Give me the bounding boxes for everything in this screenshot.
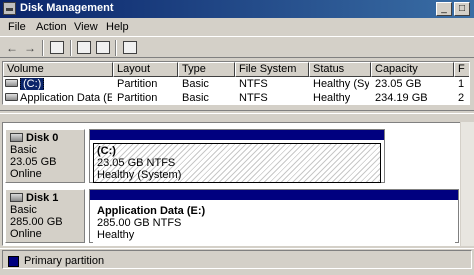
menu-help[interactable]: Help — [106, 21, 129, 33]
toolbar: ← → — [0, 36, 474, 58]
column-volume[interactable]: Volume — [3, 62, 113, 77]
partition-block[interactable]: (C:) 23.05 GB NTFS Healthy (System) — [89, 129, 385, 183]
show-hide-tree-icon[interactable] — [50, 41, 64, 54]
volume-free-space: 2 — [458, 92, 465, 104]
disk-row[interactable]: Disk 0 Basic 23.05 GB Online (C:) 23.05 … — [3, 129, 469, 185]
volume-layout: Partition — [117, 78, 158, 90]
forward-arrow-icon[interactable]: → — [22, 40, 38, 56]
partition-block[interactable]: Application Data (E:) 285.00 GB NTFS Hea… — [89, 189, 459, 243]
volume-icon — [5, 79, 18, 87]
disk-size: 23.05 GB — [10, 156, 57, 168]
partition-status: Healthy (System) — [97, 169, 182, 181]
disk-icon — [10, 193, 23, 202]
volume-type: Basic — [182, 78, 209, 90]
partition-details: Application Data (E:) 285.00 GB NTFS Hea… — [93, 203, 455, 243]
disk-name: Disk 0 — [26, 132, 59, 144]
volume-list-header: Volume Layout Type File System Status Ca… — [3, 62, 469, 77]
menu-bar: File Action View Help — [0, 18, 474, 36]
disk-state: Online — [10, 168, 42, 180]
disk-type: Basic — [10, 144, 37, 156]
column-capacity[interactable]: Capacity — [371, 62, 454, 77]
partition-size: 23.05 GB NTFS — [97, 157, 176, 169]
disk-name-wrap: Disk 0 — [10, 132, 84, 144]
pane-splitter[interactable] — [0, 106, 474, 122]
column-layout[interactable]: Layout — [113, 62, 178, 77]
legend-frame: Primary partition — [2, 250, 472, 269]
legend-label: Primary partition — [24, 255, 105, 267]
volume-type: Basic — [182, 92, 209, 104]
column-file-system[interactable]: File System — [235, 62, 309, 77]
primary-partition-bar — [90, 130, 384, 140]
partition-size: 285.00 GB NTFS — [97, 217, 182, 229]
toolbar-separator — [42, 40, 44, 56]
toolbar-separator — [115, 40, 117, 56]
column-status[interactable]: Status — [309, 62, 371, 77]
partition-name: (C:) — [97, 145, 116, 157]
disk-row[interactable]: Disk 1 Basic 285.00 GB Online Applicatio… — [3, 189, 469, 245]
volume-file-system: NTFS — [239, 78, 268, 90]
disk-type: Basic — [10, 204, 37, 216]
partition-status: Healthy — [97, 229, 135, 241]
volume-icon — [5, 93, 18, 101]
menu-file[interactable]: File — [8, 21, 26, 33]
disk-label[interactable]: Disk 0 Basic 23.05 GB Online — [5, 129, 85, 183]
maximize-button[interactable]: □ — [454, 2, 470, 16]
volume-row[interactable]: Application Data (E:) Partition Basic NT… — [3, 91, 469, 104]
volume-status: Healthy — [313, 92, 351, 104]
disk-state: Online — [10, 228, 42, 240]
column-type[interactable]: Type — [178, 62, 235, 77]
vertical-scrollbar[interactable] — [460, 122, 474, 246]
column-free-space[interactable]: F — [454, 62, 469, 77]
volume-name: Application Data (E:) — [20, 92, 112, 104]
title-bar: Disk Management _ □ — [0, 0, 474, 18]
volume-status: Healthy (Sy... — [313, 78, 369, 90]
volume-capacity: 234.19 GB — [375, 92, 428, 104]
back-arrow-icon[interactable]: ← — [4, 40, 20, 56]
volume-list[interactable]: Volume Layout Type File System Status Ca… — [2, 61, 470, 105]
volume-free-space: 1 — [458, 78, 465, 90]
disk-management-icon — [3, 2, 16, 15]
volume-name: (C:) — [20, 78, 45, 90]
volume-layout: Partition — [117, 92, 158, 104]
disk-name: Disk 1 — [26, 192, 59, 204]
minimize-button[interactable]: _ — [436, 2, 452, 16]
help-icon[interactable] — [96, 41, 110, 54]
toolbar-separator — [70, 40, 72, 56]
refresh-icon[interactable] — [123, 41, 137, 54]
disk-icon — [10, 133, 23, 142]
menu-action[interactable]: Action — [36, 21, 67, 33]
properties-icon[interactable] — [77, 41, 91, 54]
disk-label[interactable]: Disk 1 Basic 285.00 GB Online — [5, 189, 85, 243]
volume-row[interactable]: (C:) Partition Basic NTFS Healthy (Sy...… — [3, 77, 469, 91]
volume-capacity: 23.05 GB — [375, 78, 422, 90]
menu-view[interactable]: View — [74, 21, 98, 33]
primary-partition-swatch — [8, 256, 19, 267]
window-title: Disk Management — [20, 2, 114, 14]
volume-file-system: NTFS — [239, 92, 268, 104]
legend-bar: Primary partition — [0, 248, 474, 275]
disk-graph-view: Disk 0 Basic 23.05 GB Online (C:) 23.05 … — [2, 122, 470, 246]
primary-partition-bar — [90, 190, 458, 200]
partition-name: Application Data (E:) — [97, 205, 206, 217]
partition-details: (C:) 23.05 GB NTFS Healthy (System) — [93, 143, 381, 183]
disk-size: 285.00 GB — [10, 216, 63, 228]
disk-name-wrap: Disk 1 — [10, 192, 84, 204]
